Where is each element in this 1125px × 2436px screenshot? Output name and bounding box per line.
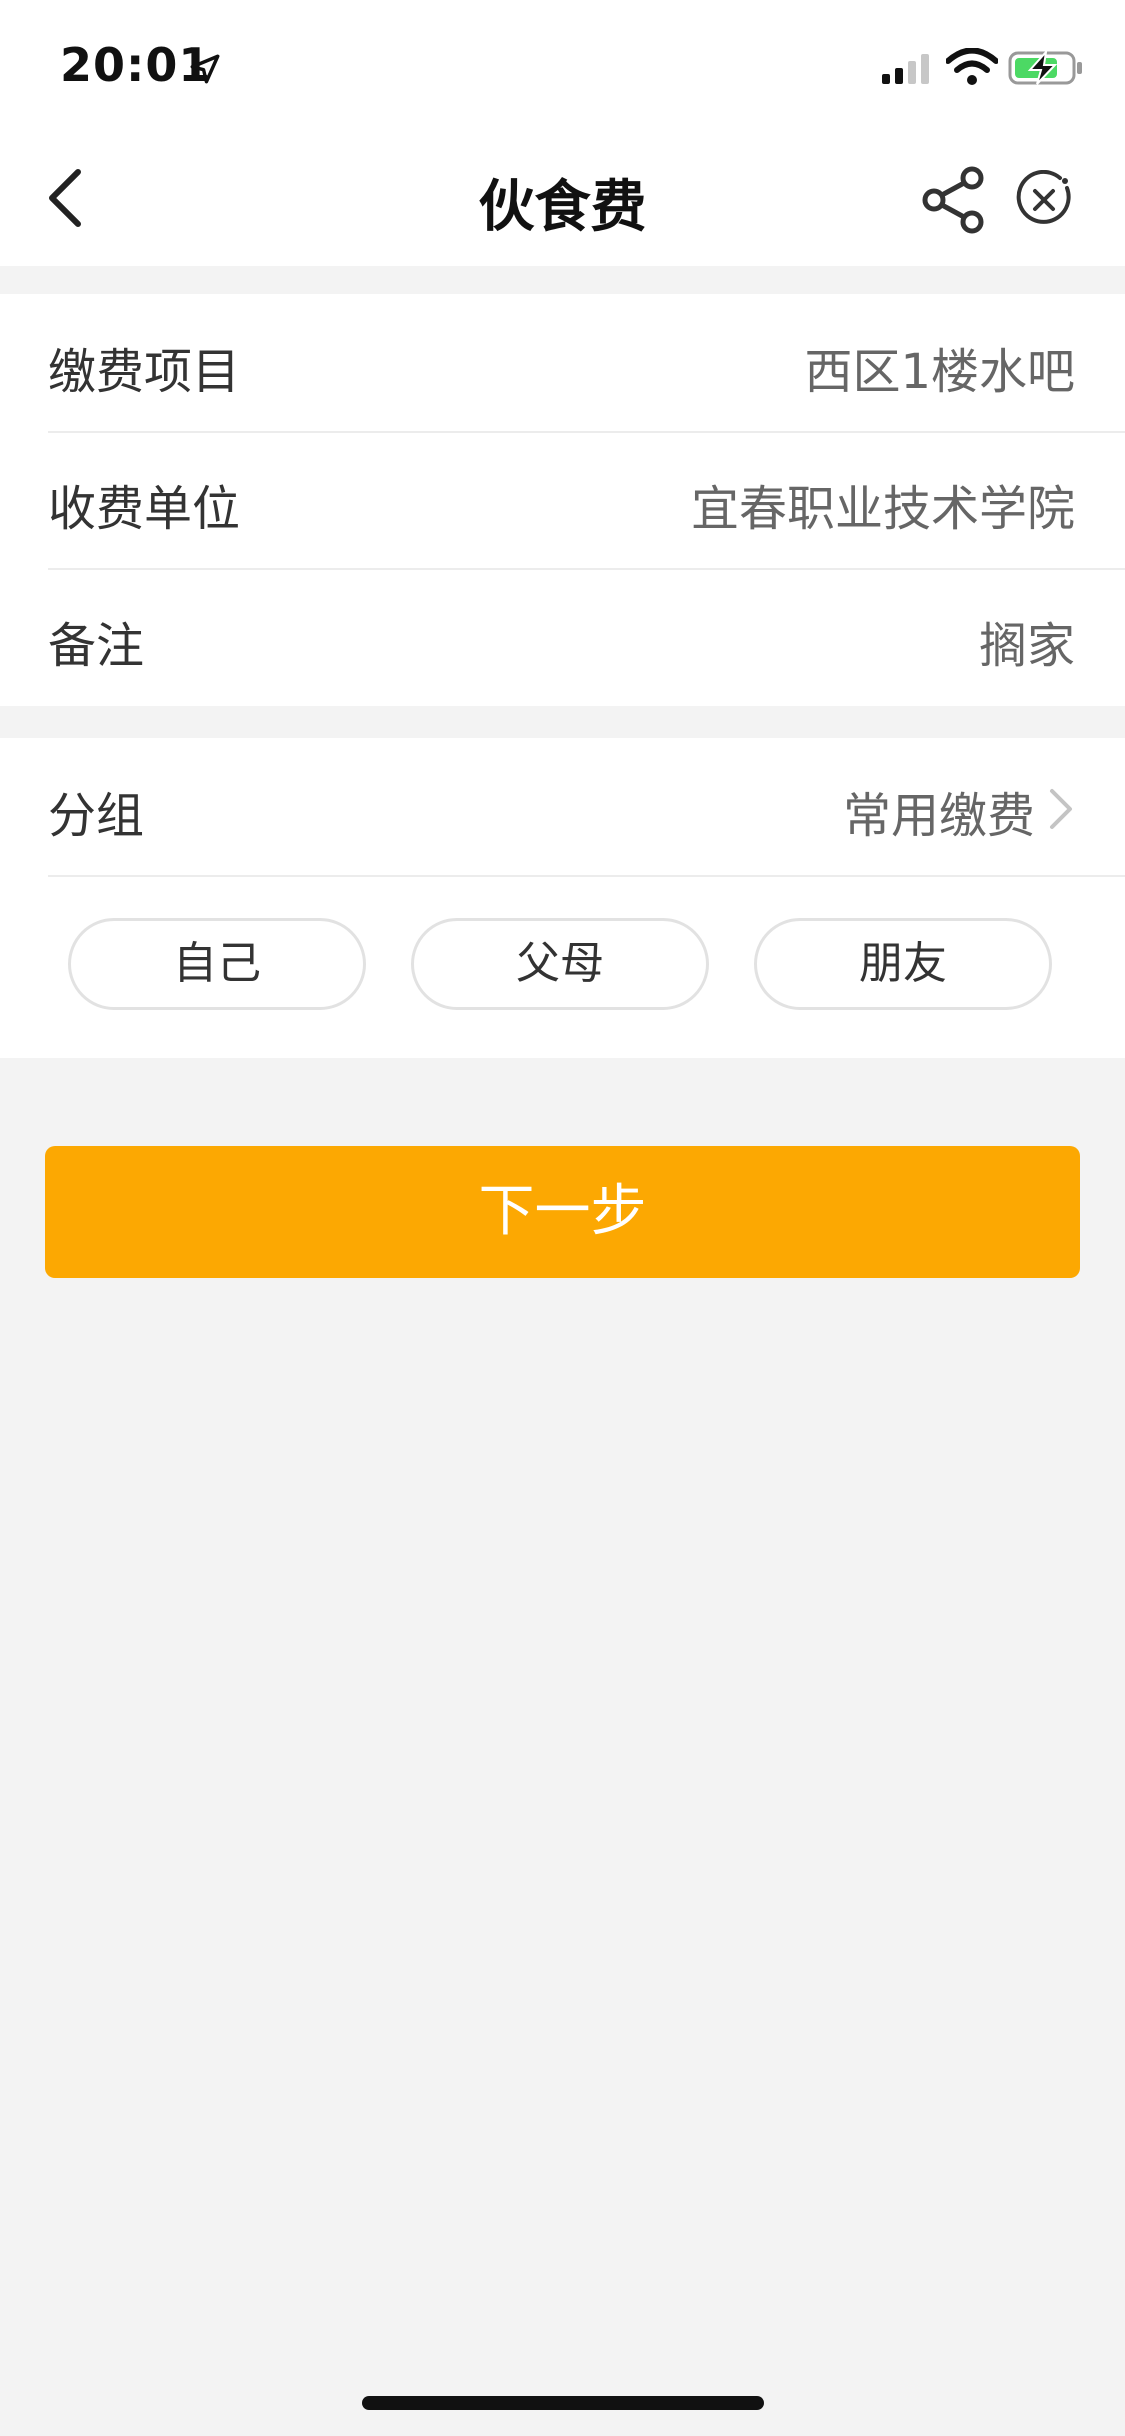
group-value: 常用缴费 — [842, 788, 1035, 844]
group-label: 分组 — [48, 788, 145, 844]
payment-details-card: 缴费项目 西区1楼水吧 收费单位 宜春职业技术学院 备注 搁家 — [0, 294, 1125, 706]
detail-label: 缴费项目 — [48, 344, 241, 400]
chevron-right-icon — [1050, 789, 1072, 829]
group-select-row[interactable]: 分组 常用缴费 — [48, 738, 1125, 877]
group-tag-self[interactable]: 自己 — [68, 918, 366, 1010]
next-step-button[interactable]: 下一步 — [45, 1146, 1080, 1278]
home-indicator[interactable] — [362, 2396, 764, 2410]
battery-charging-icon — [1008, 50, 1082, 85]
navigation-bar: 伙食费 — [0, 132, 1125, 266]
group-tag-parents[interactable]: 父母 — [411, 918, 709, 1010]
detail-row-remark: 备注 搁家 — [48, 568, 1125, 705]
detail-row-payee: 收费单位 宜春职业技术学院 — [48, 431, 1125, 570]
group-tag-friends[interactable]: 朋友 — [754, 918, 1052, 1010]
share-icon[interactable] — [918, 164, 990, 236]
location-arrow-icon — [190, 54, 220, 84]
group-tags: 自己 父母 朋友 — [0, 918, 1125, 1018]
status-bar: 20:01 — [0, 0, 1125, 132]
wifi-icon — [946, 48, 998, 85]
detail-value: 搁家 — [978, 618, 1075, 674]
detail-row-item: 缴费项目 西区1楼水吧 — [48, 294, 1125, 433]
detail-label: 收费单位 — [48, 481, 241, 537]
group-card: 分组 常用缴费 自己 父母 朋友 — [0, 738, 1125, 1058]
cellular-signal-icon — [882, 54, 929, 84]
detail-value: 西区1楼水吧 — [804, 344, 1075, 400]
detail-value: 宜春职业技术学院 — [690, 481, 1075, 537]
detail-label: 备注 — [48, 618, 145, 674]
close-circle-icon[interactable] — [1014, 170, 1074, 230]
